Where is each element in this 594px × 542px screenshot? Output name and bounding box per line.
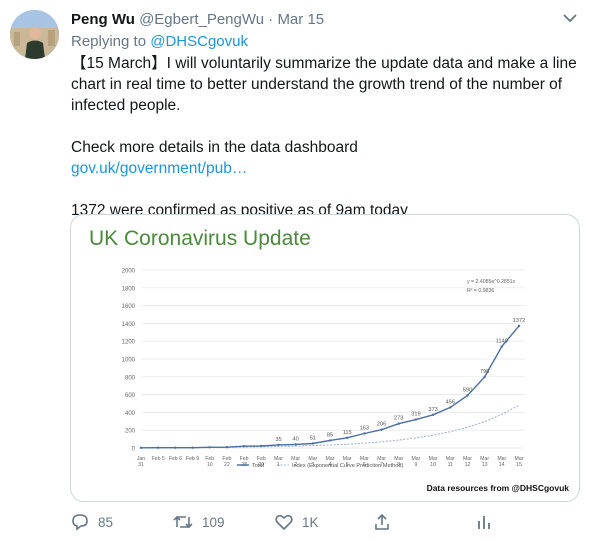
data-label: 1140 <box>496 339 508 345</box>
retweet-count: 109 <box>202 514 225 530</box>
line-chart: 0200400600800100012001400160018002000Jan… <box>122 269 526 470</box>
avatar[interactable] <box>10 10 59 59</box>
share-button[interactable] <box>372 510 392 534</box>
data-label: 1372 <box>513 318 525 324</box>
y-tick-label: 0 <box>132 447 136 453</box>
media-card[interactable]: UK Coronavirus Update 0 200 400 600 800 1000 1… <box>70 214 580 502</box>
x-tick-label: 31 <box>138 462 144 468</box>
data-label: 206 <box>377 422 386 428</box>
data-label: 798 <box>480 369 489 375</box>
data-point <box>311 442 315 445</box>
data-point <box>294 443 297 446</box>
retweet-button[interactable]: 109 <box>172 510 225 534</box>
data-point <box>466 394 469 397</box>
data-point <box>328 439 332 442</box>
trendline-equation: R² = 0.9836 <box>467 288 494 294</box>
replying-prefix: Replying to <box>71 33 147 50</box>
data-label: 373 <box>428 407 437 413</box>
y-tick-label: 1200 <box>122 340 136 346</box>
x-tick-label: 15 <box>516 462 522 468</box>
data-point <box>517 324 521 328</box>
x-tick-label: 12 <box>465 462 471 468</box>
like-count: 1K <box>302 514 319 530</box>
analytics-button[interactable] <box>474 510 494 534</box>
y-tick-label: 400 <box>125 411 136 417</box>
data-label: 51 <box>310 435 316 441</box>
data-point <box>277 443 280 447</box>
y-tick-label: 600 <box>125 393 136 399</box>
data-point <box>449 406 452 409</box>
data-point <box>397 422 400 425</box>
separator-dot: · <box>268 11 274 28</box>
tweet-actions: 85 109 1K <box>70 510 590 534</box>
like-button[interactable]: 1K <box>274 510 319 534</box>
x-tick-label: 9 <box>414 462 417 468</box>
reply-icon <box>72 514 88 531</box>
legend-label-trend: Index (Exponential Curve Prediction Meth… <box>292 463 403 469</box>
data-point <box>260 444 263 448</box>
data-label: 85 <box>327 432 333 438</box>
data-point <box>225 445 229 449</box>
y-tick-label: 800 <box>125 375 136 381</box>
tweet-text: 【15 March】I will voluntarily summarize t… <box>71 53 581 221</box>
x-tick-label: 11 <box>448 462 453 468</box>
replying-to: Replying to @DHSCgovuk <box>71 32 248 52</box>
y-tick-label: 1400 <box>122 322 136 328</box>
tweet-date[interactable]: Mar 15 <box>277 11 324 28</box>
x-tick-label: Feb 5 <box>152 456 165 462</box>
chevron-down-icon[interactable] <box>562 12 578 24</box>
data-label: 456 <box>446 399 455 405</box>
data-point <box>380 428 383 431</box>
data-label: 40 <box>293 436 299 442</box>
data-label: 590 <box>463 387 472 393</box>
reply-mention-link[interactable]: @DHSCgovuk <box>150 33 248 50</box>
data-label: 115 <box>343 430 352 436</box>
data-label: 273 <box>394 416 403 422</box>
x-tick-label: 10 <box>430 462 436 468</box>
retweet-icon <box>173 515 193 529</box>
reply-count: 85 <box>98 514 114 530</box>
x-tick-label: 10 <box>207 462 213 468</box>
y-tick-label: 1000 <box>122 358 136 364</box>
data-point <box>174 446 177 449</box>
data-point <box>345 436 349 439</box>
data-point <box>208 446 211 449</box>
data-point <box>431 413 435 417</box>
data-label: 319 <box>411 412 420 418</box>
x-tick-label: 13 <box>482 462 488 468</box>
data-label: 163 <box>360 425 369 431</box>
heart-icon <box>275 514 293 531</box>
x-tick-label: 14 <box>499 462 505 468</box>
share-icon <box>375 513 389 530</box>
data-point <box>139 446 143 450</box>
data-point <box>483 375 486 379</box>
tweet-text-paragraph-2: Check more details in the data dashboard <box>71 139 358 156</box>
y-tick-label: 1600 <box>122 304 136 310</box>
analytics-icon <box>478 516 490 529</box>
tweet-header: Peng Wu @Egbert_PengWu · Mar 15 <box>71 10 324 30</box>
y-tick-label: 1800 <box>122 286 136 292</box>
data-point <box>500 345 504 348</box>
tweet-text-paragraph-1: 【15 March】I will voluntarily summarize t… <box>71 55 577 114</box>
data-point <box>242 445 246 448</box>
avatar-photo <box>10 10 59 59</box>
data-source-credit: Data resources from @DHSCgovuk <box>426 483 569 493</box>
data-label: 35 <box>275 437 281 443</box>
data-point <box>363 432 366 435</box>
data-point <box>414 418 418 421</box>
x-tick-label: Feb 6 <box>169 456 182 462</box>
user-handle[interactable]: @Egbert_PengWu <box>139 11 264 28</box>
x-tick-label: 22 <box>224 462 230 468</box>
data-point <box>191 446 194 449</box>
dashboard-link[interactable]: gov.uk/government/pub… <box>71 160 247 177</box>
x-tick-label: Feb 9 <box>186 456 199 462</box>
display-name[interactable]: Peng Wu <box>71 11 135 28</box>
trendline-equation: y = 2.4085e^0.2851x <box>467 279 516 285</box>
reply-button[interactable]: 85 <box>70 510 113 534</box>
y-tick-label: 200 <box>125 429 136 435</box>
y-tick-label: 2000 <box>122 269 136 275</box>
data-point <box>156 446 160 449</box>
legend-label-total: Total <box>252 463 264 469</box>
